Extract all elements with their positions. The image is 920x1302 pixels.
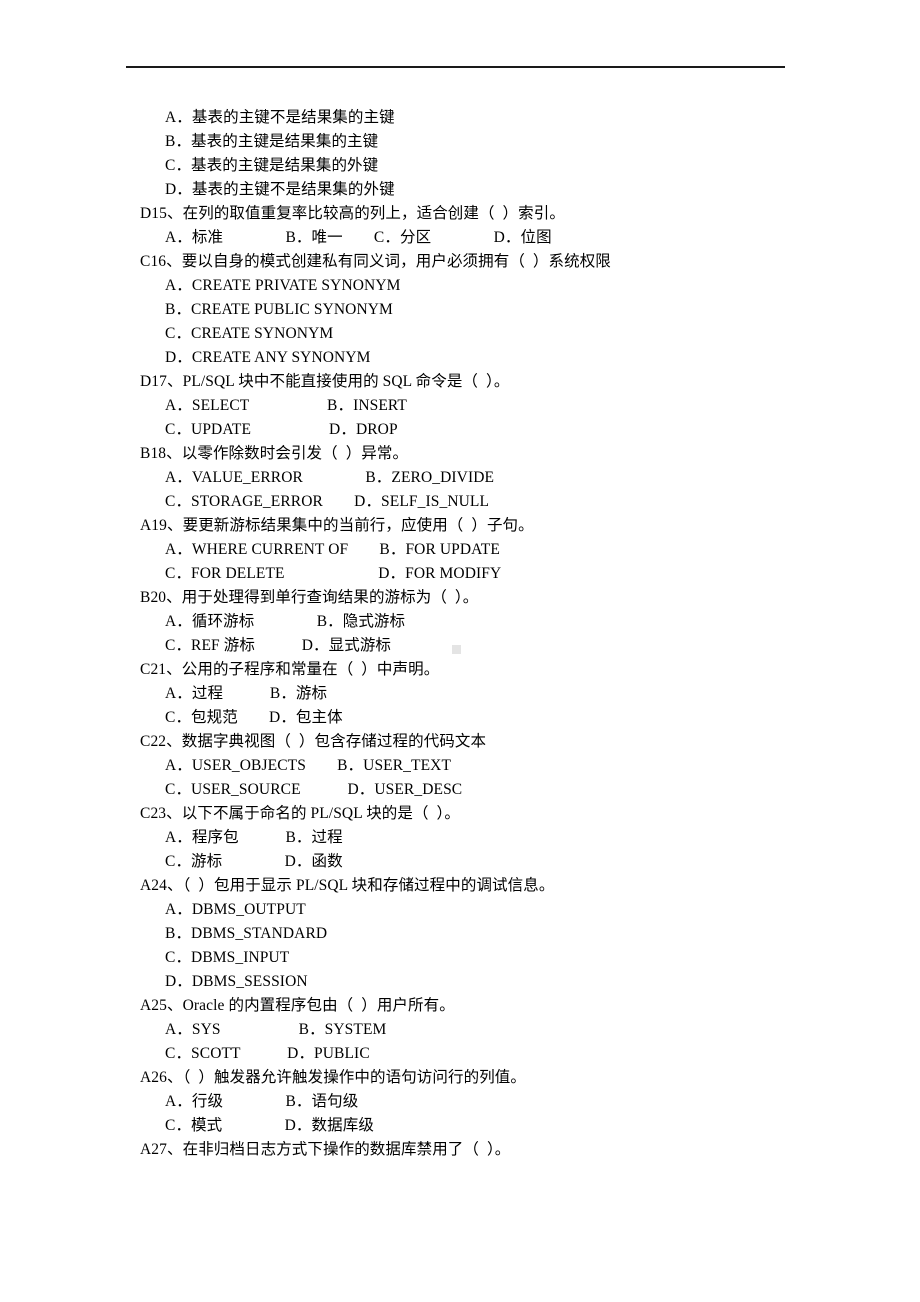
option-line: C．游标 D．函数: [165, 853, 343, 870]
question-line: B18、以零作除数时会引发（ ）异常。: [140, 445, 409, 462]
option-line: C．基表的主键是结果集的外键: [165, 157, 379, 174]
option-line: C．DBMS_INPUT: [165, 949, 290, 966]
option-line: A．CREATE PRIVATE SYNONYM: [165, 277, 401, 294]
option-line: C．USER_SOURCE D．USER_DESC: [165, 781, 463, 798]
option-line: B．基表的主键是结果集的主键: [165, 133, 379, 150]
option-line: A．USER_OBJECTS B．USER_TEXT: [165, 757, 452, 774]
option-line: A．程序包 B．过程: [165, 829, 343, 846]
option-line: C．UPDATE D．DROP: [165, 421, 398, 438]
option-line: D．DBMS_SESSION: [165, 973, 308, 990]
question-line: A25、Oracle 的内置程序包由（ ）用户所有。: [140, 997, 455, 1014]
header-rule: [126, 66, 785, 68]
question-line: C23、以下不属于命名的 PL/SQL 块的是（ ）。: [140, 805, 460, 822]
option-line: B．CREATE PUBLIC SYNONYM: [165, 301, 393, 318]
option-line: C．包规范 D．包主体: [165, 709, 343, 726]
option-line: D．基表的主键不是结果集的外键: [165, 181, 395, 198]
option-line: A．循环游标 B．隐式游标: [165, 613, 406, 630]
question-line: A26、（ ）触发器允许触发操作中的语句访问行的列值。: [140, 1069, 526, 1086]
document-page: A．基表的主键不是结果集的主键 B．基表的主键是结果集的主键 C．基表的主键是结果集…: [0, 0, 920, 1302]
option-line: A．标准 B．唯一 C．分区 D．位图: [165, 229, 552, 246]
option-line: D．CREATE ANY SYNONYM: [165, 349, 371, 366]
question-line: C21、公用的子程序和常量在（ ）中声明。: [140, 661, 440, 678]
option-line: C．FOR DELETE D．FOR MODIFY: [165, 565, 502, 582]
question-line: D15、在列的取值重复率比较高的列上，适合创建（ ）索引。: [140, 205, 565, 222]
option-line: A．SYS B．SYSTEM: [165, 1021, 387, 1038]
option-line: C．CREATE SYNONYM: [165, 325, 334, 342]
option-line: A．SELECT B．INSERT: [165, 397, 408, 414]
option-line: A．行级 B．语句级: [165, 1093, 359, 1110]
scan-artifact-speck: [452, 645, 461, 654]
document-body: A．基表的主键不是结果集的主键 B．基表的主键是结果集的主键 C．基表的主键是结果集…: [0, 106, 920, 1162]
option-line: A．DBMS_OUTPUT: [165, 901, 306, 918]
option-line: B．DBMS_STANDARD: [165, 925, 328, 942]
question-line: A19、要更新游标结果集中的当前行，应使用（ ）子句。: [140, 517, 534, 534]
question-line: B20、用于处理得到单行查询结果的游标为（ ）。: [140, 589, 479, 606]
option-line: A．过程 B．游标: [165, 685, 328, 702]
question-line: C22、数据字典视图（ ）包含存储过程的代码文本: [140, 733, 487, 750]
option-line: A．VALUE_ERROR B．ZERO_DIVIDE: [165, 469, 495, 486]
question-line: C16、要以自身的模式创建私有同义词，用户必须拥有（ ）系统权限: [140, 253, 611, 270]
option-line: A．WHERE CURRENT OF B．FOR UPDATE: [165, 541, 500, 558]
question-line: A27、在非归档日志方式下操作的数据库禁用了（ ）。: [140, 1141, 511, 1158]
question-line: A24、（ ）包用于显示 PL/SQL 块和存储过程中的调试信息。: [140, 877, 555, 894]
option-line: A．基表的主键不是结果集的主键: [165, 109, 395, 126]
option-line: C．SCOTT D．PUBLIC: [165, 1045, 370, 1062]
question-line: D17、PL/SQL 块中不能直接使用的 SQL 命令是（ ）。: [140, 373, 510, 390]
option-line: C．模式 D．数据库级: [165, 1117, 374, 1134]
option-line: C．STORAGE_ERROR D．SELF_IS_NULL: [165, 493, 490, 510]
